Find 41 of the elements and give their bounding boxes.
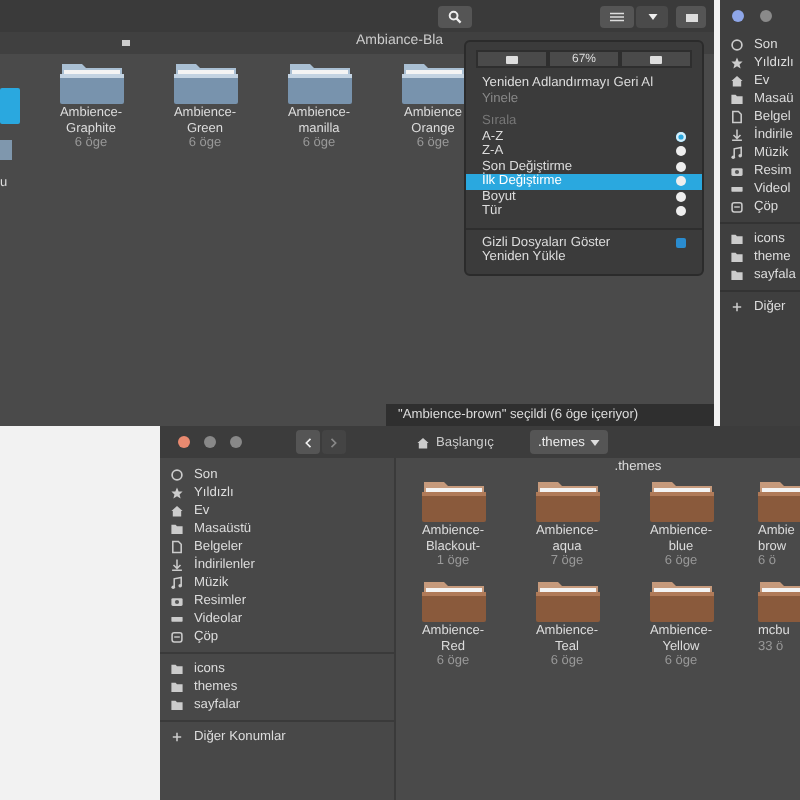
clock-icon (170, 468, 184, 482)
maximize-button[interactable] (230, 436, 242, 448)
download-icon (730, 128, 744, 142)
radio-button[interactable] (676, 146, 686, 157)
search-button[interactable] (438, 6, 472, 28)
menu-button[interactable] (676, 6, 706, 28)
clock-icon (730, 38, 744, 52)
radio-button[interactable] (676, 161, 686, 172)
zoom-in-button[interactable] (620, 50, 692, 68)
radio-button[interactable] (676, 191, 686, 202)
trash-icon (730, 200, 744, 214)
forward-button[interactable] (322, 430, 346, 454)
view-options-button[interactable] (636, 6, 668, 28)
camera-icon (170, 594, 184, 608)
zoom-out-button[interactable] (476, 50, 548, 68)
radio-button[interactable] (676, 131, 686, 142)
list-icon (610, 12, 624, 22)
back-button[interactable] (296, 430, 320, 454)
camera-icon (730, 164, 744, 178)
trash-icon (170, 630, 184, 644)
home-icon (730, 74, 744, 88)
caret-icon (647, 14, 657, 20)
music-note-icon (730, 146, 744, 160)
star-icon (170, 486, 184, 500)
search-icon (448, 10, 462, 24)
music-note-icon (170, 576, 184, 590)
window-dot[interactable] (732, 10, 744, 22)
document-icon (730, 110, 744, 124)
caret-icon (590, 439, 601, 445)
home-icon (416, 435, 430, 449)
radio-button[interactable] (676, 176, 686, 187)
download-icon (170, 558, 184, 572)
home-icon (170, 504, 184, 518)
close-button[interactable] (178, 436, 190, 448)
checkbox[interactable] (676, 237, 686, 248)
document-icon (170, 540, 184, 554)
radio-button[interactable] (676, 206, 686, 217)
star-icon (730, 56, 744, 70)
minimize-button[interactable] (204, 436, 216, 448)
window-dot[interactable] (760, 10, 772, 22)
list-view-button[interactable] (600, 6, 634, 28)
